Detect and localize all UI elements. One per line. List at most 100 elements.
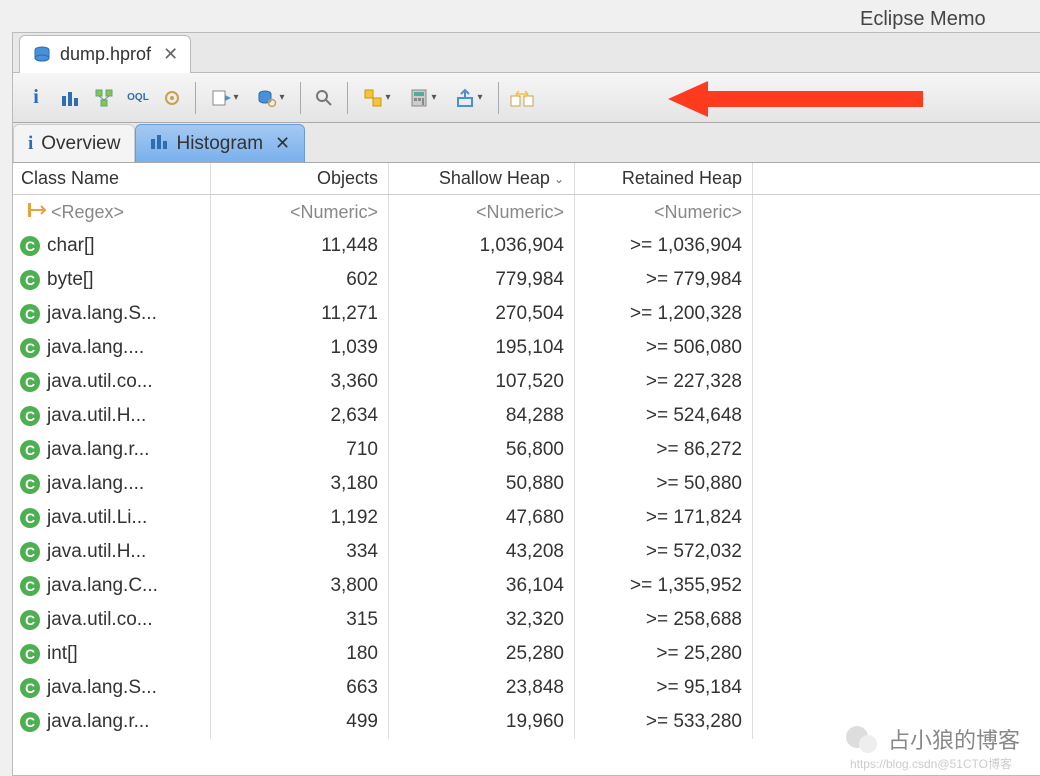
cell-shallow: 56,800 [389,433,575,467]
svg-text:C: C [25,510,35,526]
table-row[interactable]: Cjava.lang.r...71056,800>= 86,272 [13,433,1040,467]
cell-shallow: 43,208 [389,535,575,569]
svg-text:C: C [25,340,35,356]
views-tab-bar: i Overview Histogram ✕ [13,123,1040,163]
cell-classname: Cjava.lang.S... [13,297,211,331]
table-row[interactable]: Cjava.lang....3,18050,880>= 50,880 [13,467,1040,501]
table-row[interactable]: Cjava.lang....1,039195,104>= 506,080 [13,331,1040,365]
table-row[interactable]: Cjava.lang.S...66323,848>= 95,184 [13,671,1040,705]
cell-classname: Cjava.lang.S... [13,671,211,705]
svg-text:C: C [25,680,35,696]
cell-retained: >= 86,272 [575,433,753,467]
table-row[interactable]: Cjava.util.co...31532,320>= 258,688 [13,603,1040,637]
table-row[interactable]: Cjava.util.H...2,63484,288>= 524,648 [13,399,1040,433]
close-icon[interactable]: ✕ [275,133,290,154]
cell-shallow: 25,280 [389,637,575,671]
tree-icon[interactable] [89,83,119,113]
watermark: 占小狼的博客 [844,722,1020,756]
tab-histogram[interactable]: Histogram ✕ [135,124,305,162]
cell-objects: 180 [211,637,389,671]
cell-retained: >= 524,648 [575,399,753,433]
query-icon[interactable] [250,83,292,113]
table-row[interactable]: Cint[]18025,280>= 25,280 [13,637,1040,671]
arrow-annotation [668,79,928,119]
filter-shallow[interactable]: <Numeric> [389,195,575,229]
run-report-icon[interactable] [204,83,246,113]
gear-icon[interactable] [157,83,187,113]
svg-text:C: C [25,442,35,458]
table-row[interactable]: Cjava.util.H...33443,208>= 572,032 [13,535,1040,569]
sort-desc-icon: ⌄ [554,172,564,186]
cell-classname: Cbyte[] [13,263,211,297]
cell-objects: 3,800 [211,569,389,603]
cell-objects: 11,271 [211,297,389,331]
cell-classname: Cjava.lang.r... [13,433,211,467]
app-title: Eclipse Memo [860,8,986,31]
info-icon: i [28,133,33,155]
tab-overview-label: Overview [41,133,120,155]
calculator-icon[interactable] [402,83,444,113]
filter-classname[interactable]: <Regex> [13,195,211,229]
cell-retained: >= 779,984 [575,263,753,297]
tab-overview[interactable]: i Overview [13,124,135,162]
filter-objects[interactable]: <Numeric> [211,195,389,229]
cell-classname: Cjava.lang.... [13,331,211,365]
cell-classname: Cjava.lang.... [13,467,211,501]
cell-objects: 3,360 [211,365,389,399]
cell-shallow: 107,520 [389,365,575,399]
file-tab-dump[interactable]: dump.hprof ✕ [19,35,191,73]
compare-icon[interactable] [507,83,537,113]
editor-area: dump.hprof ✕ i OQL [12,32,1040,776]
cell-retained: >= 533,280 [575,705,753,739]
toolbar-separator [498,82,499,114]
cell-objects: 499 [211,705,389,739]
cell-objects: 1,039 [211,331,389,365]
table-row[interactable]: Cjava.util.Li...1,19247,680>= 171,824 [13,501,1040,535]
cell-shallow: 195,104 [389,331,575,365]
group-icon[interactable] [356,83,398,113]
cell-shallow: 270,504 [389,297,575,331]
svg-text:C: C [25,714,35,730]
info-icon[interactable]: i [21,83,51,113]
column-header-objects[interactable]: Objects [211,163,389,194]
toolbar-separator [300,82,301,114]
table-row[interactable]: Cjava.lang.C...3,80036,104>= 1,355,952 [13,569,1040,603]
cell-classname: Cjava.util.co... [13,603,211,637]
toolbar-separator [347,82,348,114]
svg-text:C: C [25,612,35,628]
cell-objects: 11,448 [211,229,389,263]
table-row[interactable]: Cbyte[]602779,984>= 779,984 [13,263,1040,297]
oql-icon[interactable]: OQL [123,83,153,113]
cell-retained: >= 95,184 [575,671,753,705]
cell-objects: 334 [211,535,389,569]
file-tab-label: dump.hprof [60,44,151,65]
table-row[interactable]: Cjava.lang.S...11,271270,504>= 1,200,328 [13,297,1040,331]
search-icon[interactable] [309,83,339,113]
cell-retained: >= 572,032 [575,535,753,569]
cell-classname: Cjava.util.H... [13,399,211,433]
cell-shallow: 47,680 [389,501,575,535]
histogram-icon[interactable] [55,83,85,113]
file-tab-bar: dump.hprof ✕ [13,33,1040,73]
cell-classname: Cjava.util.H... [13,535,211,569]
table-row[interactable]: Cchar[]11,4481,036,904>= 1,036,904 [13,229,1040,263]
cell-retained: >= 50,880 [575,467,753,501]
cell-objects: 663 [211,671,389,705]
cell-objects: 315 [211,603,389,637]
svg-text:C: C [25,306,35,322]
column-header-shallow[interactable]: Shallow Heap⌄ [389,163,575,194]
cell-retained: >= 25,280 [575,637,753,671]
export-icon[interactable] [448,83,490,113]
column-header-classname[interactable]: Class Name [13,163,211,194]
svg-text:C: C [25,578,35,594]
database-icon [32,45,52,65]
svg-text:C: C [25,476,35,492]
cell-objects: 3,180 [211,467,389,501]
table-row[interactable]: Cjava.util.co...3,360107,520>= 227,328 [13,365,1040,399]
toolbar-separator [195,82,196,114]
close-icon[interactable]: ✕ [163,44,178,65]
watermark-sub: https://blog.csdn@51CTO博客 [850,755,1012,772]
column-header-retained[interactable]: Retained Heap [575,163,753,194]
wechat-icon [844,722,878,756]
filter-retained[interactable]: <Numeric> [575,195,753,229]
